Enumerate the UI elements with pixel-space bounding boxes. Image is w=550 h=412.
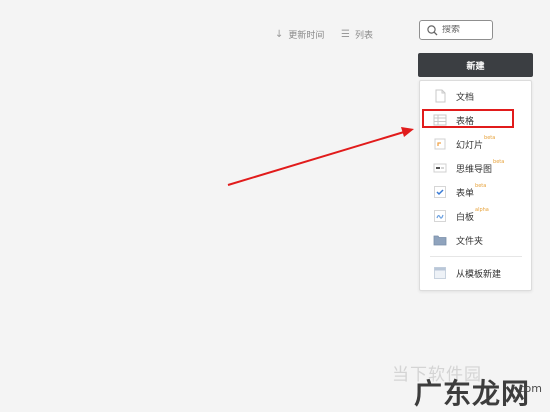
document-icon xyxy=(435,89,446,103)
watermark-suffix: .com xyxy=(515,382,542,395)
beta-badge: beta xyxy=(475,183,487,189)
menu-item-label: 文档 xyxy=(456,93,475,103)
search-input[interactable] xyxy=(442,25,486,35)
beta-badge: beta xyxy=(484,135,496,141)
alpha-badge: alpha xyxy=(475,207,489,213)
beta-badge: beta xyxy=(493,159,505,165)
menu-item-folder[interactable]: 文件夹 xyxy=(420,229,531,251)
folder-icon xyxy=(433,235,447,246)
spreadsheet-icon xyxy=(433,114,447,126)
menu-item-label: 白板alpha xyxy=(456,207,489,223)
sort-label: 更新时间 xyxy=(288,30,325,41)
new-dropdown-menu: 文档 表格 幻灯片beta 思维导图beta 表单beta 白板alpha 文件… xyxy=(419,80,532,291)
menu-item-label: 从模板新建 xyxy=(456,270,502,280)
watermark-subtext: 当下软件园 xyxy=(392,365,482,385)
sort-by-updated-button[interactable]: ↓ 更新时间 xyxy=(275,27,324,41)
menu-item-form[interactable]: 表单beta xyxy=(420,181,531,203)
new-button[interactable]: 新建 xyxy=(418,53,533,77)
menu-item-label: 表单beta xyxy=(456,183,487,199)
mindmap-icon xyxy=(433,163,447,173)
list-view-button[interactable]: ☰ 列表 xyxy=(341,27,373,41)
search-icon xyxy=(427,24,438,35)
sort-down-icon: ↓ xyxy=(275,28,284,40)
menu-item-whiteboard[interactable]: 白板alpha xyxy=(420,205,531,227)
menu-item-mindmap[interactable]: 思维导图beta xyxy=(420,157,531,179)
menu-divider xyxy=(430,256,522,257)
menu-item-label: 幻灯片beta xyxy=(456,135,496,151)
slides-icon xyxy=(434,138,446,150)
menu-item-slides[interactable]: 幻灯片beta xyxy=(420,133,531,155)
menu-item-label: 思维导图beta xyxy=(456,159,505,175)
menu-item-from-template[interactable]: 从模板新建 xyxy=(420,262,531,284)
list-icon: ☰ xyxy=(341,28,350,40)
search-box[interactable] xyxy=(419,20,493,40)
whiteboard-icon xyxy=(434,210,446,222)
menu-item-label: 文件夹 xyxy=(456,237,484,247)
menu-item-spreadsheet[interactable]: 表格 xyxy=(420,109,531,131)
watermark-main-text: 广东龙网 xyxy=(414,377,531,410)
menu-item-document[interactable]: 文档 xyxy=(420,85,531,107)
menu-item-label: 表格 xyxy=(456,117,475,127)
site-watermark: 当下软件园 广东龙网 .com xyxy=(368,360,550,411)
template-icon xyxy=(434,267,446,279)
view-label: 列表 xyxy=(354,30,373,41)
form-icon xyxy=(434,186,446,198)
